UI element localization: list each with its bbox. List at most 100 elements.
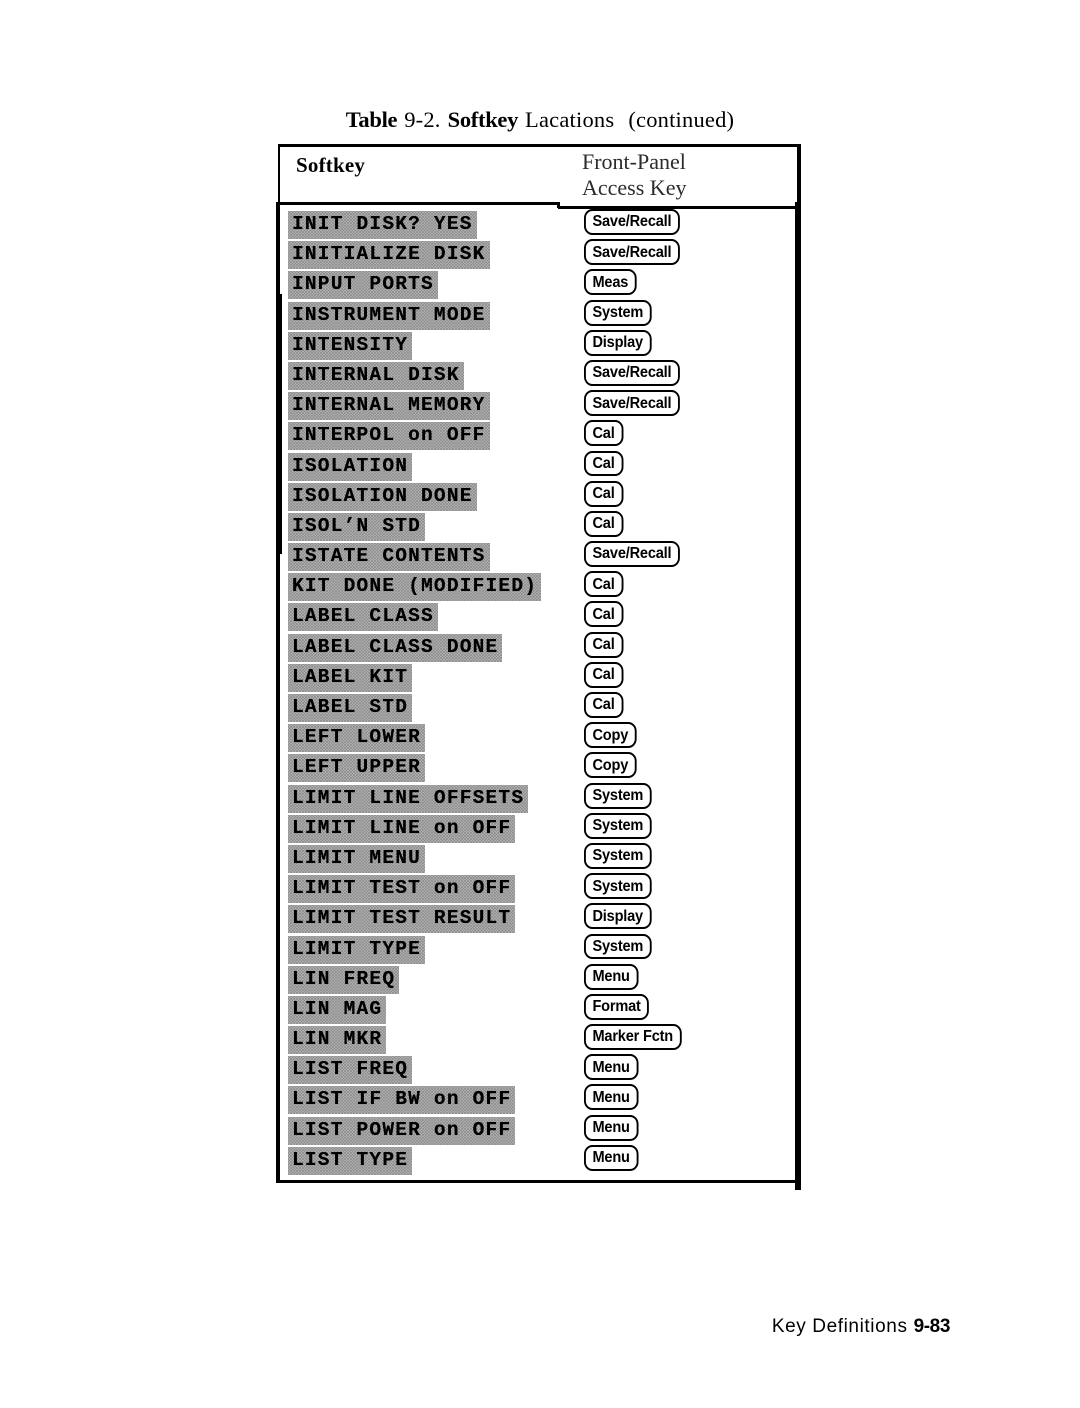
softkey-label: LIMIT TEST RESULT bbox=[288, 905, 515, 933]
front-panel-access-key-button[interactable]: Cal bbox=[584, 692, 624, 718]
front-panel-access-key-button[interactable]: System bbox=[584, 299, 652, 326]
softkey-label: INTERNAL DISK bbox=[288, 362, 464, 390]
access-key-cell: Save/Recall bbox=[584, 239, 789, 269]
softkey-label: INTENSITY bbox=[288, 332, 412, 360]
table-row: INPUT PORTS Meas bbox=[276, 269, 800, 299]
access-key-cell: Cal bbox=[584, 450, 789, 481]
front-panel-access-key-button[interactable]: Cal bbox=[584, 480, 624, 507]
front-panel-access-key-button[interactable]: Menu bbox=[584, 1144, 639, 1171]
access-key-cell: Format bbox=[584, 993, 789, 1024]
front-panel-access-key-button[interactable]: Meas bbox=[584, 269, 637, 296]
front-panel-access-key-button[interactable]: Cal bbox=[584, 450, 624, 477]
front-panel-access-key-button[interactable]: System bbox=[584, 933, 652, 960]
softkey-label: ISOLATION bbox=[288, 453, 412, 481]
column-header-access-key-line2: Access Key bbox=[582, 175, 687, 200]
table-body: INIT DISK? YES Save/Recall INITIALIZE DISK… bbox=[276, 209, 800, 1175]
softkey-label: ISOL’N STD bbox=[288, 513, 425, 541]
footer-page-number: 9-83 bbox=[913, 1316, 951, 1337]
access-key-cell: Cal bbox=[584, 510, 789, 541]
front-panel-access-key-button[interactable]: Copy bbox=[584, 752, 637, 779]
front-panel-access-key-button[interactable]: Save/Recall bbox=[584, 541, 680, 568]
softkey-label: LEFT LOWER bbox=[288, 724, 425, 752]
softkey-label: KIT DONE (MODIFIED) bbox=[288, 573, 541, 601]
front-panel-access-key-button[interactable]: Menu bbox=[584, 1054, 639, 1081]
softkey-label: LIMIT LINE on OFF bbox=[288, 815, 515, 843]
access-key-cell: Cal bbox=[584, 480, 789, 511]
front-panel-access-key-button[interactable]: Marker Fctn bbox=[584, 1024, 682, 1051]
access-key-cell: Cal bbox=[584, 631, 789, 662]
softkey-label: LABEL KIT bbox=[288, 664, 412, 692]
access-key-cell: Marker Fctn bbox=[584, 1024, 789, 1054]
access-key-cell: System bbox=[584, 782, 789, 813]
front-panel-access-key-button[interactable]: Cal bbox=[584, 631, 624, 658]
front-panel-access-key-button[interactable]: Cal bbox=[584, 571, 624, 598]
table-border-top bbox=[278, 144, 800, 147]
table-row: LEFT UPPER Copy bbox=[276, 752, 800, 782]
softkey-locations-table: Softkey Front-Panel Access Key INIT DISK… bbox=[276, 144, 801, 1190]
softkey-label: LIST FREQ bbox=[288, 1056, 412, 1084]
front-panel-access-key-button[interactable]: Save/Recall bbox=[584, 239, 680, 266]
table-row: ISOL’N STD Cal bbox=[276, 510, 800, 541]
access-key-cell: Menu bbox=[584, 963, 789, 994]
table-row: INTENSITY Display bbox=[276, 329, 800, 360]
access-key-cell: System bbox=[584, 812, 789, 843]
table-row: INSTRUMENT MODE System bbox=[276, 299, 800, 330]
footer-section-label: Key Definitions bbox=[771, 1316, 908, 1337]
access-key-cell: Cal bbox=[584, 661, 789, 692]
front-panel-access-key-button[interactable]: Menu bbox=[584, 1084, 639, 1111]
softkey-label: LIN MKR bbox=[288, 1026, 386, 1054]
front-panel-access-key-button[interactable]: Copy bbox=[584, 722, 637, 749]
softkey-label: ISTATE CONTENTS bbox=[288, 543, 490, 571]
access-key-cell: Display bbox=[584, 329, 789, 360]
front-panel-access-key-button[interactable]: Cal bbox=[584, 661, 624, 688]
access-key-cell: Cal bbox=[584, 601, 789, 631]
table-row: LIST POWER on OFF Menu bbox=[276, 1114, 800, 1145]
softkey-label: INTERPOL on OFF bbox=[288, 422, 490, 450]
table-border-bottom bbox=[276, 1180, 797, 1183]
softkey-label: LIST POWER on OFF bbox=[288, 1117, 515, 1145]
softkey-label: LABEL CLASS DONE bbox=[288, 634, 502, 662]
front-panel-access-key-button[interactable]: Cal bbox=[584, 601, 624, 628]
front-panel-access-key-button[interactable]: Save/Recall bbox=[584, 390, 680, 417]
table-row: LIST FREQ Menu bbox=[276, 1054, 800, 1084]
table-row: LABEL CLASS DONE Cal bbox=[276, 631, 800, 662]
table-row: LIMIT MENU System bbox=[276, 842, 800, 873]
table-row: ISOLATION Cal bbox=[276, 450, 800, 481]
front-panel-access-key-button[interactable]: Save/Recall bbox=[584, 209, 680, 235]
table-row: LIMIT TEST on OFF System bbox=[276, 873, 800, 903]
softkey-label: LIST IF BW on OFF bbox=[288, 1086, 515, 1114]
front-panel-access-key-button[interactable]: Cal bbox=[584, 420, 624, 447]
softkey-label: LIN MAG bbox=[288, 996, 386, 1024]
access-key-cell: Cal bbox=[584, 571, 789, 601]
front-panel-access-key-button[interactable]: Save/Recall bbox=[584, 359, 680, 386]
front-panel-access-key-button[interactable]: System bbox=[584, 812, 652, 839]
front-panel-access-key-button[interactable]: Menu bbox=[584, 963, 639, 990]
front-panel-access-key-button[interactable]: System bbox=[584, 873, 652, 900]
table-row: LIMIT LINE OFFSETS System bbox=[276, 782, 800, 813]
softkey-label: LIMIT MENU bbox=[288, 845, 425, 873]
table-row: LIN FREQ Menu bbox=[276, 963, 800, 994]
caption-table-word: Table bbox=[345, 107, 398, 132]
front-panel-access-key-button[interactable]: System bbox=[584, 782, 652, 809]
table-row: INTERNAL MEMORY Save/Recall bbox=[276, 390, 800, 420]
access-key-cell: Save/Recall bbox=[584, 209, 789, 239]
table-row: LABEL CLASS Cal bbox=[276, 601, 800, 631]
front-panel-access-key-button[interactable]: Format bbox=[584, 993, 650, 1020]
softkey-label: LIMIT TEST on OFF bbox=[288, 875, 515, 903]
access-key-cell: System bbox=[584, 299, 789, 330]
table-row: LIST TYPE Menu bbox=[276, 1144, 800, 1175]
access-key-cell: Save/Recall bbox=[584, 390, 789, 420]
access-key-cell: Meas bbox=[584, 269, 789, 299]
table-border-left-header bbox=[278, 144, 280, 206]
front-panel-access-key-button[interactable]: Display bbox=[584, 903, 652, 930]
softkey-label: ISOLATION DONE bbox=[288, 483, 477, 511]
softkey-label: INTERNAL MEMORY bbox=[288, 392, 490, 420]
front-panel-access-key-button[interactable]: Menu bbox=[584, 1114, 639, 1141]
front-panel-access-key-button[interactable]: Cal bbox=[584, 510, 624, 537]
table-row: LABEL KIT Cal bbox=[276, 661, 800, 692]
header-rule-left bbox=[278, 202, 559, 205]
front-panel-access-key-button[interactable]: Display bbox=[584, 329, 652, 356]
front-panel-access-key-button[interactable]: System bbox=[584, 842, 652, 869]
access-key-cell: Cal bbox=[584, 420, 789, 450]
caption-table-number: 9-2. bbox=[404, 107, 441, 132]
